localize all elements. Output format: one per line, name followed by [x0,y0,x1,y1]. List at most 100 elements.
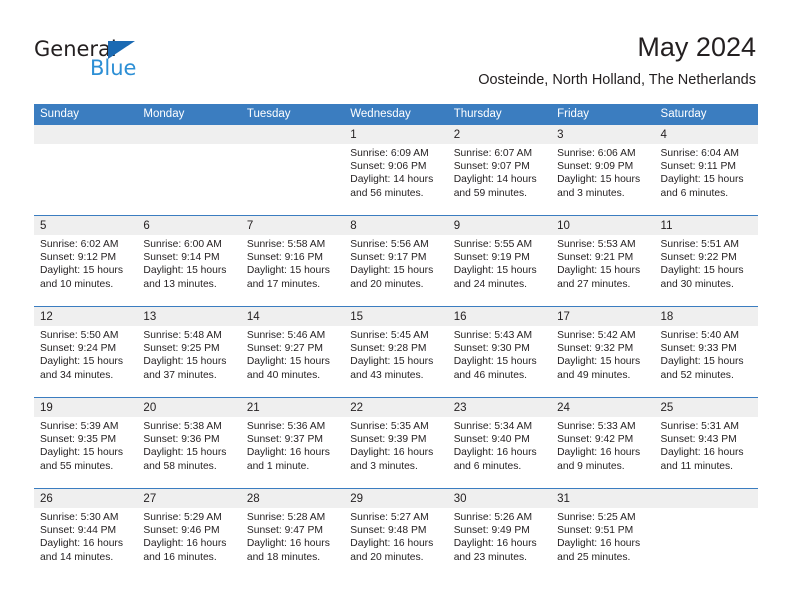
sunrise-text: Sunrise: 5:53 AM [557,239,636,250]
day-cell[interactable]: 26 Sunrise: 5:30 AM Sunset: 9:44 PM Dayl… [34,489,138,579]
daylight-text-line2: and 9 minutes. [557,460,625,472]
sunrise-text: Sunrise: 5:40 AM [660,330,739,341]
day-cell[interactable]: 17 Sunrise: 5:42 AM Sunset: 9:32 PM Dayl… [551,307,655,397]
general-blue-logo[interactable]: General Blue [34,38,164,82]
day-cell [137,125,241,215]
day-cell[interactable]: 21 Sunrise: 5:36 AM Sunset: 9:37 PM Dayl… [240,398,345,488]
weekday-friday: Friday [557,108,590,120]
day-number-band: 21 [240,398,345,417]
sunrise-text: Sunrise: 5:33 AM [557,421,636,432]
daylight-text-line2: and 55 minutes. [40,460,114,472]
day-info: Sunrise: 5:50 AM Sunset: 9:24 PM Dayligh… [34,326,137,382]
day-number-band: 27 [137,489,241,508]
day-number-band: 11 [654,216,758,235]
day-number-band: 28 [240,489,345,508]
day-cell[interactable]: 10 Sunrise: 5:53 AM Sunset: 9:21 PM Dayl… [551,216,655,306]
day-number-band: 23 [447,398,552,417]
day-number-band: 2 [447,125,552,144]
daylight-text-line2: and 49 minutes. [557,369,631,381]
day-cell[interactable]: 22 Sunrise: 5:35 AM Sunset: 9:39 PM Dayl… [344,398,448,488]
sunset-text: Sunset: 9:28 PM [350,343,427,355]
sunrise-text: Sunrise: 5:35 AM [350,421,429,432]
sunset-text: Sunset: 9:30 PM [453,343,530,355]
day-number-band: 16 [447,307,552,326]
day-number-band [137,125,241,144]
day-cell[interactable]: 16 Sunrise: 5:43 AM Sunset: 9:30 PM Dayl… [447,307,552,397]
daylight-text-line1: Daylight: 15 hours [246,356,330,368]
sunrise-text: Sunrise: 5:28 AM [246,512,326,523]
day-info [34,144,137,147]
day-cell[interactable]: 3 Sunrise: 6:06 AM Sunset: 9:09 PM Dayli… [551,125,655,215]
sunset-text: Sunset: 9:35 PM [40,434,117,446]
daylight-text-line1: Daylight: 16 hours [453,538,537,550]
day-cell[interactable]: 8 Sunrise: 5:56 AM Sunset: 9:17 PM Dayli… [344,216,448,306]
day-cell[interactable]: 24 Sunrise: 5:33 AM Sunset: 9:42 PM Dayl… [551,398,655,488]
sunset-text: Sunset: 9:46 PM [143,525,220,537]
day-cell[interactable]: 23 Sunrise: 5:34 AM Sunset: 9:40 PM Dayl… [447,398,552,488]
day-cell[interactable]: 14 Sunrise: 5:46 AM Sunset: 9:27 PM Dayl… [240,307,345,397]
day-cell[interactable]: 28 Sunrise: 5:28 AM Sunset: 9:47 PM Dayl… [240,489,345,579]
day-cell[interactable]: 30 Sunrise: 5:26 AM Sunset: 9:49 PM Dayl… [447,489,552,579]
day-info: Sunrise: 5:30 AM Sunset: 9:44 PM Dayligh… [34,508,137,564]
week-row: 19 Sunrise: 5:39 AM Sunset: 9:35 PM Dayl… [34,397,758,488]
sunrise-text: Sunrise: 6:00 AM [143,239,222,250]
day-cell[interactable]: 25 Sunrise: 5:31 AM Sunset: 9:43 PM Dayl… [654,398,758,488]
daylight-text-line1: Daylight: 16 hours [453,447,537,459]
day-number: 20 [143,402,157,414]
sunset-text: Sunset: 9:42 PM [557,434,634,446]
day-number-band: 17 [551,307,655,326]
sunrise-text: Sunrise: 5:45 AM [350,330,429,341]
day-number: 25 [660,402,674,414]
sunrise-text: Sunrise: 5:55 AM [453,239,533,250]
day-cell[interactable]: 18 Sunrise: 5:40 AM Sunset: 9:33 PM Dayl… [654,307,758,397]
day-cell [654,489,758,579]
page-subtitle: Oosteinde, North Holland, The Netherland… [478,72,756,88]
sunrise-text: Sunrise: 5:50 AM [40,330,119,341]
daylight-text-line1: Daylight: 16 hours [246,447,330,459]
daylight-text-line2: and 43 minutes. [350,369,424,381]
day-cell[interactable]: 27 Sunrise: 5:29 AM Sunset: 9:46 PM Dayl… [137,489,241,579]
day-number: 17 [557,311,570,323]
daylight-text-line1: Daylight: 15 hours [453,356,537,368]
sunrise-text: Sunrise: 5:56 AM [350,239,429,250]
daylight-text-line2: and 25 minutes. [557,551,631,563]
sunrise-text: Sunrise: 5:29 AM [143,512,222,523]
day-cell[interactable]: 2 Sunrise: 6:07 AM Sunset: 9:07 PM Dayli… [447,125,552,215]
day-number: 23 [453,402,467,414]
day-cell[interactable]: 9 Sunrise: 5:55 AM Sunset: 9:19 PM Dayli… [447,216,552,306]
day-number: 14 [246,311,260,323]
sunset-text: Sunset: 9:47 PM [246,525,323,537]
logo-text-blue: Blue [90,56,137,80]
day-cell[interactable]: 12 Sunrise: 5:50 AM Sunset: 9:24 PM Dayl… [34,307,138,397]
sunrise-text: Sunrise: 5:26 AM [453,512,533,523]
sunset-text: Sunset: 9:49 PM [453,525,530,537]
daylight-text-line2: and 27 minutes. [557,278,631,290]
day-cell[interactable]: 6 Sunrise: 6:00 AM Sunset: 9:14 PM Dayli… [137,216,241,306]
day-number: 8 [350,220,357,232]
day-cell[interactable]: 19 Sunrise: 5:39 AM Sunset: 9:35 PM Dayl… [34,398,138,488]
day-cell[interactable]: 11 Sunrise: 5:51 AM Sunset: 9:22 PM Dayl… [654,216,758,306]
day-cell[interactable]: 31 Sunrise: 5:25 AM Sunset: 9:51 PM Dayl… [551,489,655,579]
daylight-text-line2: and 58 minutes. [143,460,217,472]
day-number: 13 [143,311,157,323]
day-cell[interactable]: 5 Sunrise: 6:02 AM Sunset: 9:12 PM Dayli… [34,216,138,306]
day-cell[interactable]: 29 Sunrise: 5:27 AM Sunset: 9:48 PM Dayl… [344,489,448,579]
day-number-band: 26 [34,489,138,508]
day-info: Sunrise: 5:28 AM Sunset: 9:47 PM Dayligh… [241,508,344,564]
day-number: 27 [143,493,157,505]
day-cell[interactable]: 7 Sunrise: 5:58 AM Sunset: 9:16 PM Dayli… [240,216,345,306]
sunrise-text: Sunrise: 5:46 AM [246,330,326,341]
day-cell[interactable]: 13 Sunrise: 5:48 AM Sunset: 9:25 PM Dayl… [137,307,241,397]
day-cell[interactable]: 1 Sunrise: 6:09 AM Sunset: 9:06 PM Dayli… [344,125,448,215]
daylight-text-line2: and 13 minutes. [143,278,217,290]
day-cell[interactable]: 15 Sunrise: 5:45 AM Sunset: 9:28 PM Dayl… [344,307,448,397]
day-info [241,144,344,147]
sunset-text: Sunset: 9:44 PM [40,525,117,537]
day-cell[interactable]: 4 Sunrise: 6:04 AM Sunset: 9:11 PM Dayli… [654,125,758,215]
day-cell[interactable]: 20 Sunrise: 5:38 AM Sunset: 9:36 PM Dayl… [137,398,241,488]
daylight-text-line1: Daylight: 16 hours [557,538,641,550]
day-info: Sunrise: 6:02 AM Sunset: 9:12 PM Dayligh… [34,235,137,291]
day-info: Sunrise: 5:25 AM Sunset: 9:51 PM Dayligh… [551,508,654,564]
sunrise-text: Sunrise: 5:27 AM [350,512,429,523]
day-cell [240,125,345,215]
